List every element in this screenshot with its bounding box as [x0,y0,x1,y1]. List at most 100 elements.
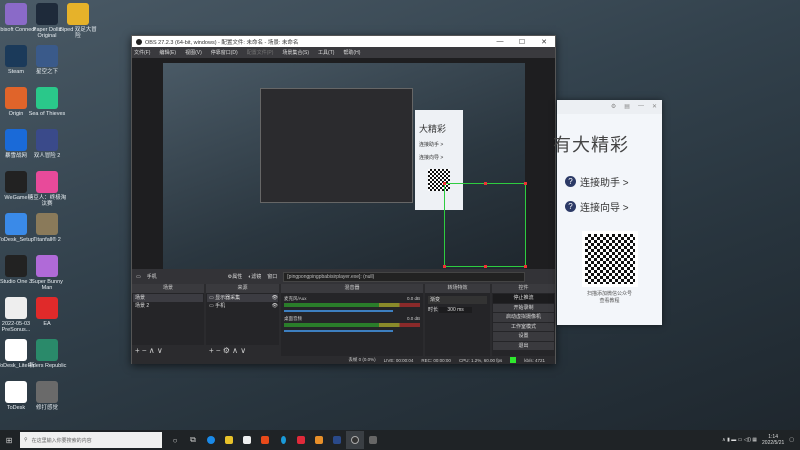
cortana-icon[interactable]: ○ [166,431,184,449]
scenes-header: 场景 [132,284,204,293]
app-orange-icon[interactable] [310,431,328,449]
volume-slider[interactable] [284,330,393,332]
taskbar: ⊞ ⚲ 在这里输入你要搜索的内容 ○ ⧉ ∧ ▮ ▬ ▭ ◁)) ▦ 1:14 20… [0,430,800,450]
obs-logo-icon [136,38,142,45]
transition-select[interactable]: 渐变 [428,296,487,304]
settings-button[interactable]: 设置 [493,332,554,341]
desktop-icon-label: EA [43,321,51,327]
desktop-icon[interactable]: Super Bunny Man [27,255,67,292]
mixer-dock: 混音器 麦克风/Aux 0.0 dB 桌面音频 0.0 dB [281,284,423,356]
controls-header: 控件 [492,284,555,293]
controls-dock: 控件 停止推流 开始录制 启动虚拟摄像机 工作室模式 设置 退出 [492,284,555,356]
menu-docks[interactable]: 停靠窗口(D) [211,49,238,56]
desktop-icon[interactable]: Biped 双足大冒险 [58,3,98,40]
taskbar-search[interactable]: ⚲ 在这里输入你要搜索的内容 [20,432,162,448]
menu-view[interactable]: 视图(V) [185,49,202,56]
ghost-link: 连接向导 > [419,155,444,161]
eye-icon: 👁 [271,295,278,301]
mixer-header: 混音器 [281,284,423,293]
scenes-dock: 场景 场景 场景 2 + − ∧ ∨ [132,284,204,356]
minimize-icon[interactable]: — [638,103,644,111]
app-window-icon[interactable] [364,431,382,449]
scene-actions[interactable]: + − ∧ ∨ [132,345,204,356]
desktop-icon[interactable]: EA [27,297,67,327]
connect-guide-link[interactable]: ? 连接向导 > [565,199,662,214]
transitions-header: 转场特效 [425,284,490,293]
menu-edit[interactable]: 编辑(E) [159,49,176,56]
duration-input[interactable]: 300 ms [439,307,472,313]
menu-scene-collection[interactable]: 场景集合(S) [282,49,309,56]
source-actions[interactable]: + − ⚙ ∧ ∨ [206,345,279,356]
start-button[interactable]: ⊞ [0,431,18,449]
app-icon [5,213,27,235]
notification-icon[interactable]: ▢ [789,437,794,443]
mixer-channel: 麦克风/Aux 0.0 dB [284,296,420,312]
minimize-button[interactable]: — [489,38,511,46]
app-icon [36,255,58,277]
app-icon[interactable] [274,431,292,449]
todesk-window: ⚙ ▤ — ✕ 有大精彩 ? 连接助手 > ? 连接向导 > 扫描添加微信公众号 查看教程 [553,100,662,325]
start-recording-button[interactable]: 开始录制 [493,303,554,312]
bitrate: kb/s: 4721 [524,357,545,363]
desktop-icon[interactable]: Sea of Thieves [27,87,67,117]
desktop-icon[interactable]: Titanfall® 2 [27,213,67,243]
health-indicator-icon [510,357,517,363]
edge-icon[interactable] [202,431,220,449]
task-view-icon[interactable]: ⧉ [184,431,202,449]
desktop-icon[interactable]: 星空之下 [27,45,67,75]
preview-area[interactable]: 大精彩 连接助手 > 连接向导 > [132,58,555,269]
app-icon [5,129,27,151]
clock[interactable]: 1:14 2022/5/21 [762,434,784,446]
desktop-icon-label: 修打感觉 [35,405,58,411]
menu-file[interactable]: 文件(F) [134,49,150,56]
connect-assistant-link[interactable]: ? 连接助手 > [565,174,662,189]
menu-profile[interactable]: 配置文件(P) [247,49,274,56]
source-item[interactable]: ▭ 手机 👁 [207,302,278,310]
obs-taskbar-icon[interactable] [346,431,364,449]
selected-source-bounds[interactable] [443,182,527,268]
menu-tools[interactable]: 工具(T) [318,49,334,56]
desktop-icon[interactable]: Riders Republic [27,339,67,369]
tray-icons[interactable]: ∧ ▮ ▬ ▭ ◁)) ▦ [722,437,757,443]
menu-bar: 文件(F) 编辑(E) 视图(V) 停靠窗口(D) 配置文件(P) 场景集合(S… [132,47,555,58]
desktop-icon-label: 星空之下 [35,69,58,75]
properties-button[interactable]: ⚙属性 [228,273,243,280]
steam-icon[interactable] [328,431,346,449]
netease-music-icon[interactable] [292,431,310,449]
qr-code-icon [581,231,638,287]
app-icon [36,3,58,25]
filters-button[interactable]: ◐滤镜 [248,273,261,280]
explorer-icon[interactable] [220,431,238,449]
volume-slider[interactable] [284,310,393,312]
desktop-icon[interactable]: 修打感觉 [27,381,67,411]
help-icon: ? [565,201,576,212]
stop-streaming-button[interactable]: 停止推流 [493,294,554,303]
virtual-camera-button[interactable]: 启动虚拟摄像机 [493,313,554,322]
close-button[interactable]: ✕ [533,38,555,46]
source-item[interactable]: ▭ 显示器采集 👁 [207,294,278,302]
maximize-button[interactable]: ☐ [511,38,533,46]
scene-item[interactable]: 场景 2 [133,302,203,310]
studio-mode-button[interactable]: 工作室模式 [493,322,554,331]
desktop-icon[interactable]: 糖豆人：终极淘汰赛 [27,171,67,208]
app-icon [36,381,58,403]
ghost-heading: 大精彩 [419,124,447,134]
menu-icon[interactable]: ▤ [624,103,630,111]
todesk-heading: 有大精彩 [553,135,629,155]
ghost-link: 连接助手 > [419,142,444,148]
desktop-icon[interactable]: 双人冒险 2 [27,129,67,159]
settings-icon[interactable]: ⚙ [611,103,616,111]
office-icon[interactable] [256,431,274,449]
app-icon [5,3,27,25]
window-select[interactable]: [pingpongpingpbabisirplayer.exe]: (null) [283,271,525,282]
desktop-icon-label: Riders Republic [27,363,67,369]
close-icon[interactable]: ✕ [652,103,657,111]
app-icon [5,87,27,109]
store-icon[interactable] [238,431,256,449]
exit-button[interactable]: 退出 [493,341,554,350]
desktop-icon-label: Sea of Thieves [28,111,66,117]
scene-item[interactable]: 场景 [133,294,203,302]
nested-obs-capture [260,88,413,203]
menu-help[interactable]: 帮助(H) [343,49,360,56]
sources-header: 来源 [206,284,279,293]
